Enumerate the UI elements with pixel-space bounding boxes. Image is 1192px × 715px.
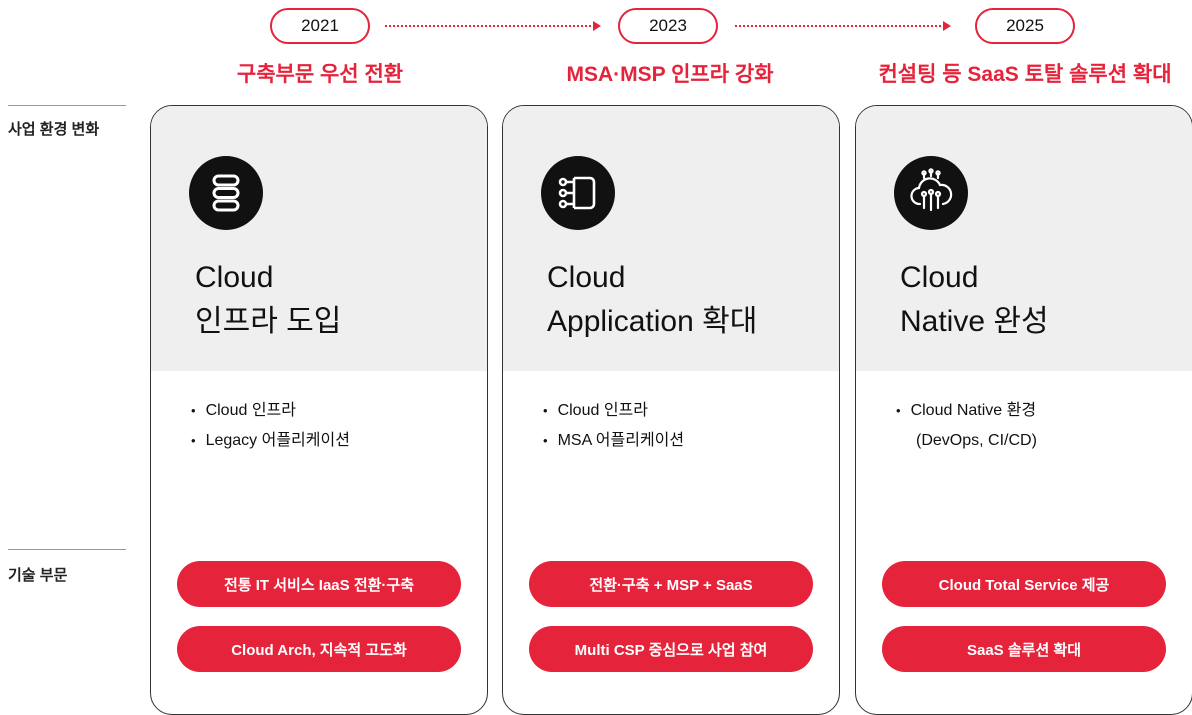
card-heading-line: Native 완성 [900, 305, 1049, 338]
bullet-list: Cloud Native 환경 (DevOps, CI/CD) [896, 396, 1037, 456]
row-divider [8, 105, 126, 106]
tech-pill: SaaS 솔루션 확대 [882, 626, 1166, 672]
card-cloud-infra: Cloud 인프라 도입 Cloud 인프라 Legacy 어플리케이션 전통 … [150, 105, 488, 715]
tech-pill: Multi CSP 중심으로 사업 참여 [529, 626, 813, 672]
card-heading-line: Cloud [900, 261, 979, 294]
tech-pill: 전통 IT 서비스 IaaS 전환·구축 [177, 561, 461, 607]
card-heading: Cloud 인프라 도입 [195, 256, 341, 344]
bullet-item: MSA 어플리케이션 [543, 426, 685, 456]
timeline-arrow [735, 21, 951, 31]
year-label: 2025 [1006, 16, 1044, 35]
bullet-item-continuation: (DevOps, CI/CD) [916, 432, 1037, 449]
row-label-business: 사업 환경 변화 [8, 121, 100, 138]
year-label: 2023 [649, 16, 687, 35]
card-heading: Cloud Application 확대 [547, 256, 757, 344]
bullet-list: Cloud 인프라 Legacy 어플리케이션 [191, 396, 350, 456]
year-pill-2023: 2023 [618, 8, 718, 44]
year-pill-2021: 2021 [270, 8, 370, 44]
bullet-item: Cloud 인프라 [191, 396, 350, 426]
card-heading-line: Application 확대 [547, 305, 758, 338]
card-header-area: Cloud 인프라 도입 [151, 106, 487, 371]
card-heading-line: 인프라 도입 [195, 305, 342, 338]
row-label-tech: 기술 부문 [8, 567, 68, 584]
year-label: 2021 [301, 16, 339, 35]
timeline-arrow [385, 21, 601, 31]
card-cloud-native: Cloud Native 완성 Cloud Native 환경 (DevOps,… [855, 105, 1192, 715]
card-header-area: Cloud Application 확대 [503, 106, 839, 371]
bullet-list: Cloud 인프라 MSA 어플리케이션 [543, 396, 685, 456]
card-header-area: Cloud Native 완성 [856, 106, 1192, 371]
tech-pill: Cloud Arch, 지속적 고도화 [177, 626, 461, 672]
card-heading: Cloud Native 완성 [900, 256, 1049, 344]
phase-title-2025: 컨설팅 등 SaaS 토탈 솔루션 확대 [878, 63, 1172, 86]
card-heading-line: Cloud [547, 261, 626, 294]
card-cloud-application: Cloud Application 확대 Cloud 인프라 MSA 어플리케이… [502, 105, 840, 715]
tech-pill: Cloud Total Service 제공 [882, 561, 1166, 607]
tech-pill: 전환·구축 + MSP + SaaS [529, 561, 813, 607]
bullet-item: Cloud 인프라 [543, 396, 684, 426]
server-stack-icon [189, 156, 263, 230]
card-heading-line: Cloud [195, 261, 274, 294]
row-divider [8, 549, 126, 550]
bullet-item: Cloud Native 환경 [896, 396, 1037, 426]
cloud-network-icon [894, 156, 968, 230]
bullet-item: Legacy 어플리케이션 [191, 426, 350, 456]
application-nodes-icon [541, 156, 615, 230]
year-pill-2025: 2025 [975, 8, 1075, 44]
phase-title-2023: MSA·MSP 인프라 강화 [566, 63, 774, 86]
phase-title-2021: 구축부문 우선 전환 [236, 63, 404, 86]
